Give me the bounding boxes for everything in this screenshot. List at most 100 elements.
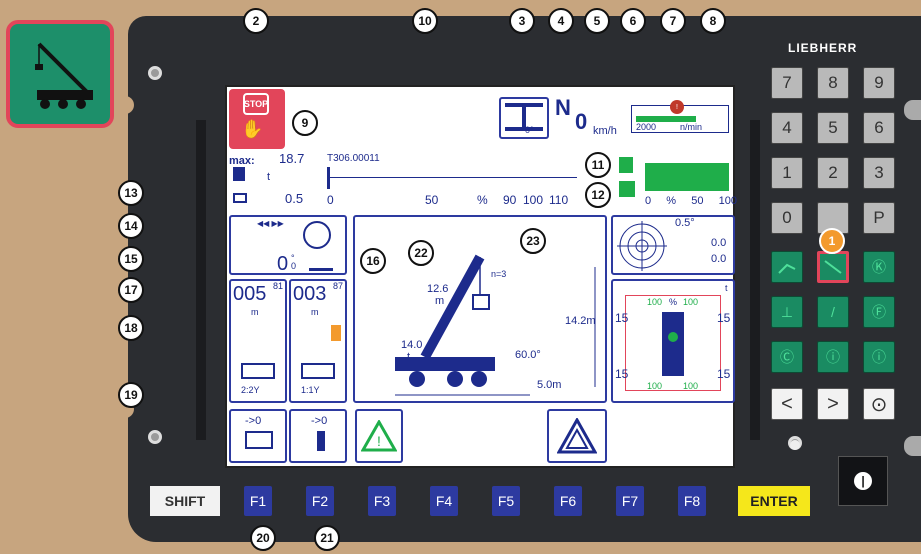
max-value: 18.7 <box>279 151 305 166</box>
function-key-f5[interactable]: F5 <box>492 486 520 516</box>
load-bar <box>327 167 330 189</box>
shift-button[interactable]: SHIFT <box>150 486 220 516</box>
max-label: max: <box>229 155 255 167</box>
winch-drum-icon <box>245 431 273 449</box>
callout-21: 21 <box>314 525 340 551</box>
circle-dot-icon: ⊙ <box>870 393 888 416</box>
numpad-key[interactable]: 2 <box>817 157 849 189</box>
outrigger-pct-2: 100 <box>683 297 699 307</box>
c-button[interactable]: Ⓒ <box>771 341 803 373</box>
block-icon <box>233 193 247 203</box>
i-button[interactable]: ⓘ <box>863 341 895 373</box>
callout-1: 1 <box>819 228 845 254</box>
outrigger-button[interactable]: ⊥ <box>771 296 803 328</box>
boom-length-unit: m <box>435 295 445 307</box>
stop-sign-icon: STOP <box>243 93 269 115</box>
callout-9: 9 <box>292 110 318 136</box>
right-arrow-button[interactable]: > <box>817 388 849 420</box>
scale-50: 50 <box>425 193 439 207</box>
brand-logo: LIEBHERR <box>788 41 858 55</box>
inclination-x: 0.0 <box>711 237 727 249</box>
hazard-button[interactable] <box>547 409 607 463</box>
winch-drum-icon <box>301 363 335 379</box>
callout-18: 18 <box>118 315 144 341</box>
warning-button[interactable]: ! <box>355 409 403 463</box>
numpad-key[interactable]: 9 <box>863 67 895 99</box>
boom-button[interactable]: / <box>817 296 849 328</box>
function-key-f1[interactable]: F1 <box>244 486 272 516</box>
i-icon: ⓘ <box>872 349 886 365</box>
numpad-key[interactable]: 4 <box>771 112 803 144</box>
left-arrow-button[interactable]: < <box>771 388 803 420</box>
callout-23: 23 <box>520 228 546 254</box>
numpad-key[interactable]: 8 <box>817 67 849 99</box>
enter-button[interactable]: ENTER <box>738 486 810 516</box>
crane-mode-button[interactable] <box>817 251 849 283</box>
k-icon: Ⓚ <box>872 259 886 275</box>
fuel-scale-tick: 100 <box>718 195 737 207</box>
numpad-key[interactable]: 1 <box>771 157 803 189</box>
winch2-value: 003 <box>293 283 327 305</box>
warning-triangle-icon: ! <box>361 420 397 452</box>
outrigger-frame <box>625 295 721 391</box>
function-key-f6[interactable]: F6 <box>554 486 582 516</box>
slew-circle-icon <box>303 221 331 249</box>
crane-thumbnail <box>6 20 114 128</box>
scale-110: 110 <box>549 193 569 207</box>
fuel-icon <box>619 157 633 173</box>
function-key-f2[interactable]: F2 <box>306 486 334 516</box>
rpm-unit: n/min <box>680 122 703 132</box>
function-key-f7[interactable]: F7 <box>616 486 644 516</box>
function-key-f4[interactable]: F4 <box>430 486 458 516</box>
callout-15: 15 <box>118 246 144 272</box>
crane-icon <box>35 42 93 109</box>
inclination-target-icon <box>617 221 667 271</box>
numpad-key[interactable]: 0 <box>771 202 803 234</box>
outrigger-pct-1: 100 <box>647 297 663 307</box>
numpad-key[interactable]: 5 <box>817 112 849 144</box>
winch2-unit: m <box>311 307 319 317</box>
fuel-scale-tick: 50 <box>691 195 704 207</box>
scale-pct: % <box>477 193 488 207</box>
ok-button[interactable]: ⊙ <box>863 388 895 420</box>
numpad-key[interactable]: 7 <box>771 67 803 99</box>
gear-indicator: N <box>555 95 571 120</box>
reset-winch1-button[interactable]: ->0 <box>229 409 287 463</box>
reset2-label: ->0 <box>311 415 328 427</box>
f-button[interactable]: Ⓕ <box>863 296 895 328</box>
hazard-triangle-icon <box>557 418 597 454</box>
reset-winch2-button[interactable]: ->0 <box>289 409 347 463</box>
power-icon: | <box>854 472 872 490</box>
reeving1: 2:2Y <box>241 385 260 395</box>
inclination-y: 0.0 <box>711 253 727 265</box>
numpad-key[interactable]: 6 <box>863 112 895 144</box>
winch-icon <box>778 263 796 274</box>
outrigger-panel: t 100 % 100 15 15 15 15 100 100 <box>611 279 735 403</box>
slew-unit: ° <box>291 253 295 263</box>
t-unit: t <box>267 171 271 183</box>
hoist-mode-button[interactable] <box>771 251 803 283</box>
numpad-key[interactable]: P <box>863 202 895 234</box>
callout-10: 10 <box>412 8 438 34</box>
function-key-f8[interactable]: F8 <box>678 486 706 516</box>
function-key-f3[interactable]: F3 <box>368 486 396 516</box>
slew-value: 0 <box>277 253 289 275</box>
crane-view: 12.6 m n=3 14.0 t 60.0° 5.0m 14.2m <box>353 215 607 403</box>
callout-22: 22 <box>408 240 434 266</box>
load-at-unit: t <box>407 351 411 363</box>
boom-length: 12.6 <box>427 283 449 295</box>
callout-2: 2 <box>243 8 269 34</box>
winch1-value: 005 <box>233 283 267 305</box>
load-at: 14.0 <box>401 339 423 351</box>
outrigger-fr: 15 <box>717 311 731 325</box>
f-icon: Ⓕ <box>872 304 886 320</box>
speed-value: 0 <box>575 109 588 134</box>
power-button[interactable]: | <box>838 456 888 506</box>
scale-0: 0 <box>327 193 334 207</box>
numpad-key[interactable]: 3 <box>863 157 895 189</box>
outrigger-pct-sym: % <box>669 297 678 307</box>
k-button[interactable]: Ⓚ <box>863 251 895 283</box>
info-button[interactable]: ⓘ <box>817 341 849 373</box>
callout-19: 19 <box>118 382 144 408</box>
hook-icon <box>233 167 245 181</box>
